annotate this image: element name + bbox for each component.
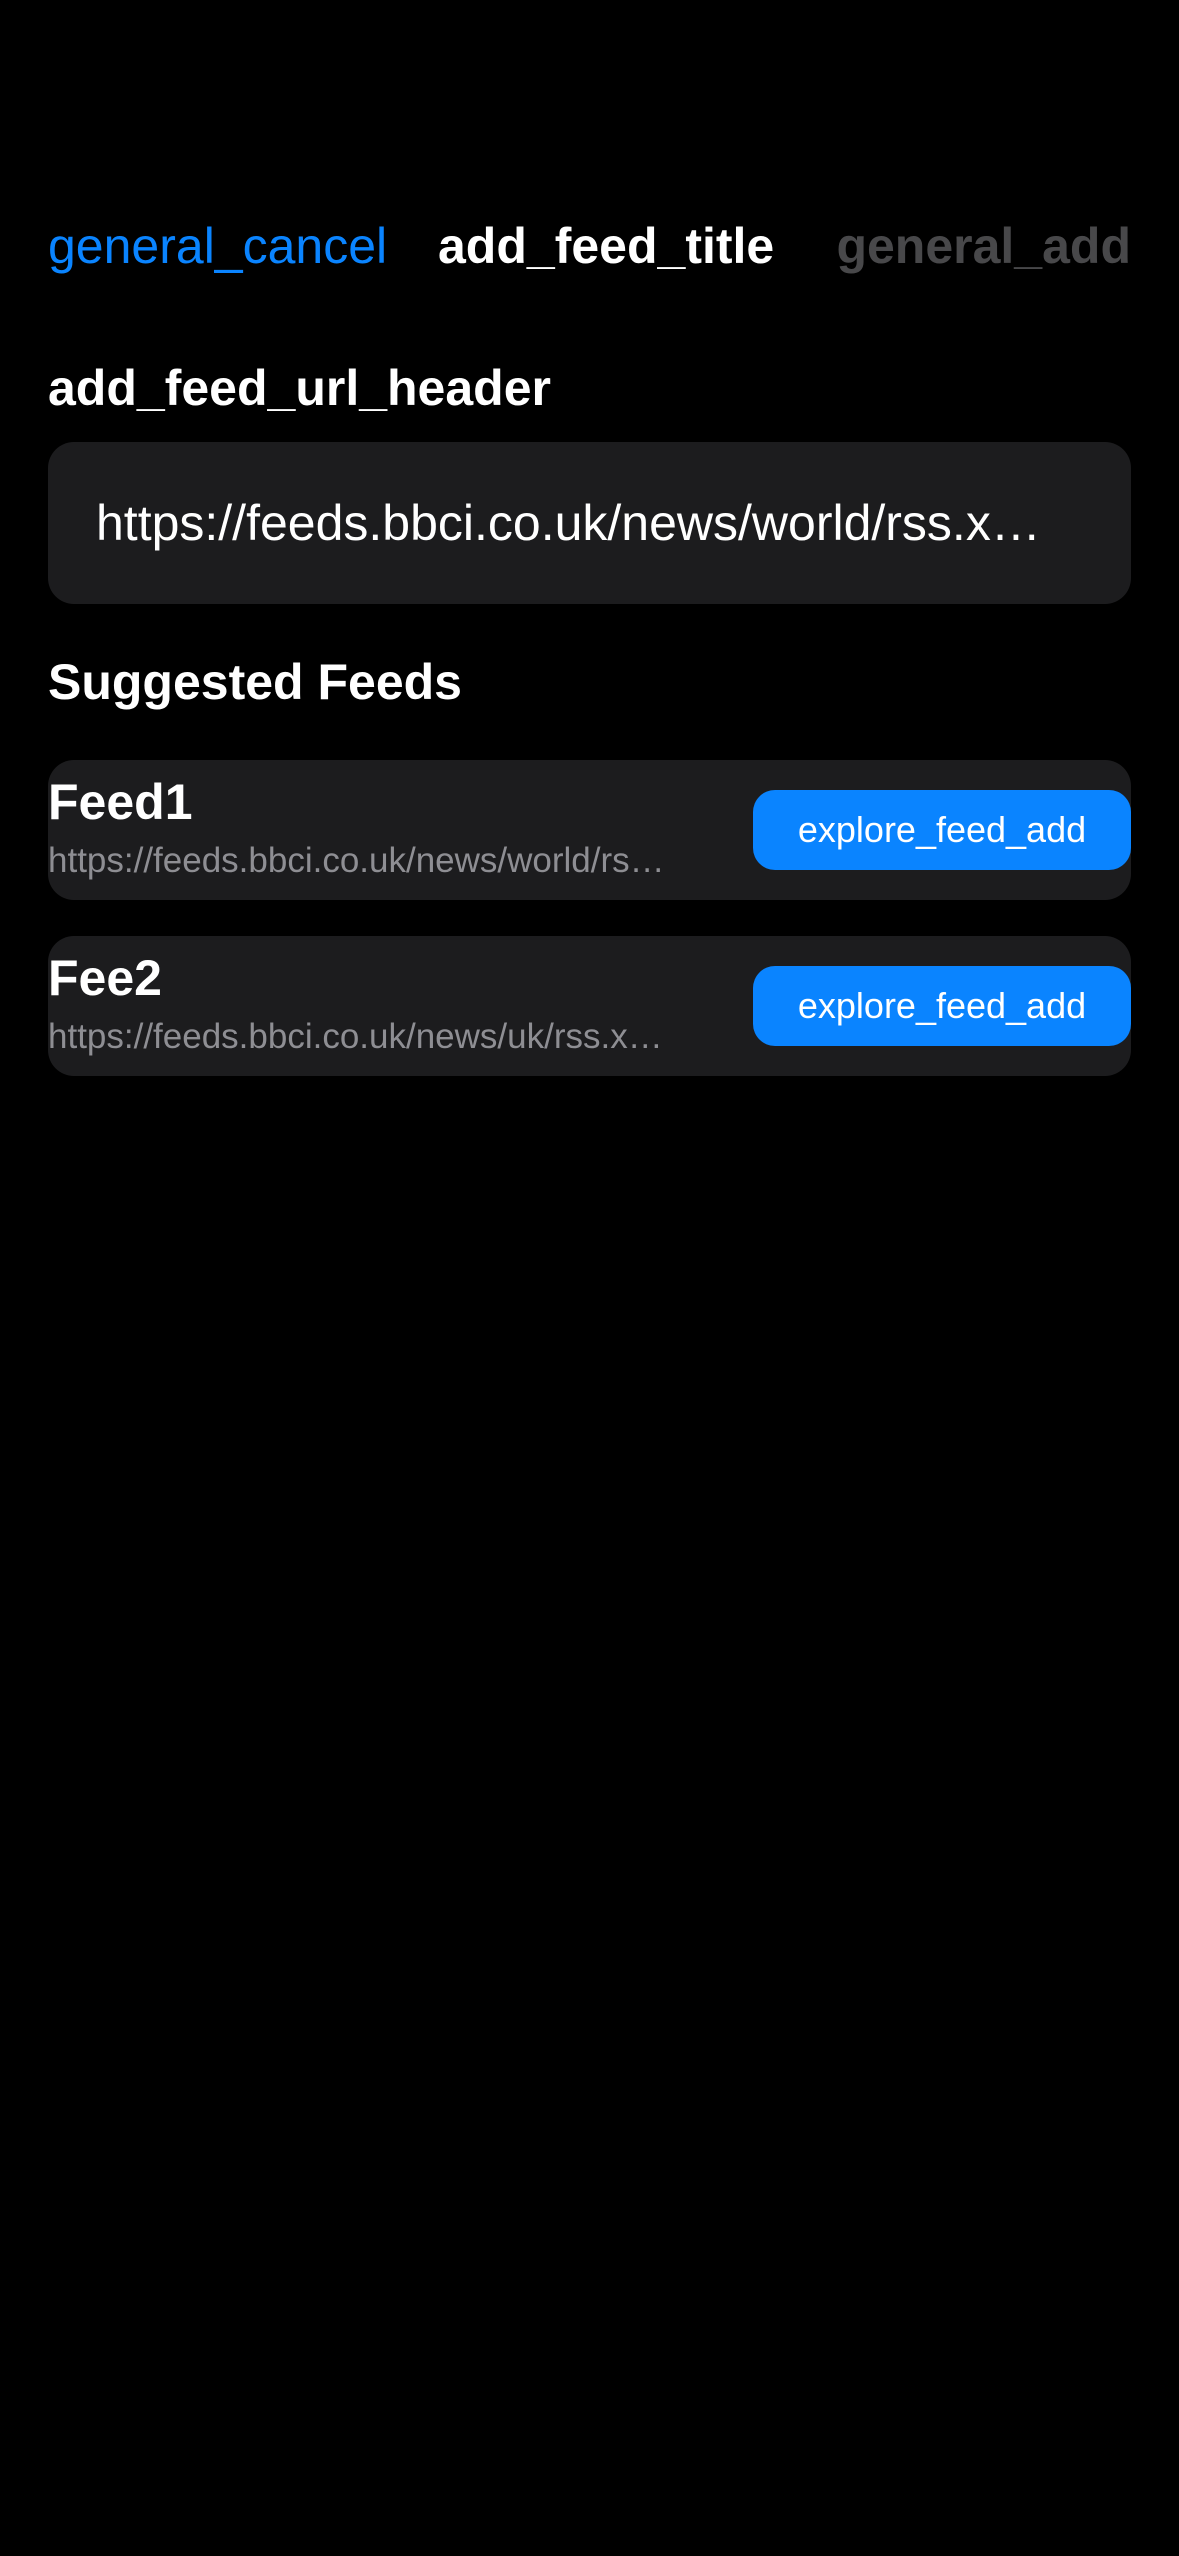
add-button[interactable]: general_add [836, 216, 1131, 276]
suggested-feed-row: Fee2 https://feeds.bbci.co.uk/news/uk/rs… [48, 936, 1131, 1076]
feed-name: Fee2 [48, 950, 162, 1006]
suggested-feeds-header: Suggested Feeds [48, 654, 462, 710]
add-feed-button[interactable]: explore_feed_add [753, 790, 1131, 870]
feed-url: https://feeds.bbci.co.uk/news/world/rs… [48, 841, 665, 880]
feed-name: Feed1 [48, 774, 193, 830]
navigation-bar: general_cancel add_feed_title general_ad… [48, 200, 1131, 290]
url-section-header: add_feed_url_header [48, 360, 551, 416]
feed-url-input[interactable] [96, 442, 1083, 604]
suggested-feed-row: Feed1 https://feeds.bbci.co.uk/news/worl… [48, 760, 1131, 900]
page-title: add_feed_title [438, 218, 775, 274]
feed-url: https://feeds.bbci.co.uk/news/uk/rss.x… [48, 1017, 663, 1056]
url-field-container [48, 442, 1131, 604]
add-feed-button[interactable]: explore_feed_add [753, 966, 1131, 1046]
cancel-button[interactable]: general_cancel [48, 216, 387, 276]
